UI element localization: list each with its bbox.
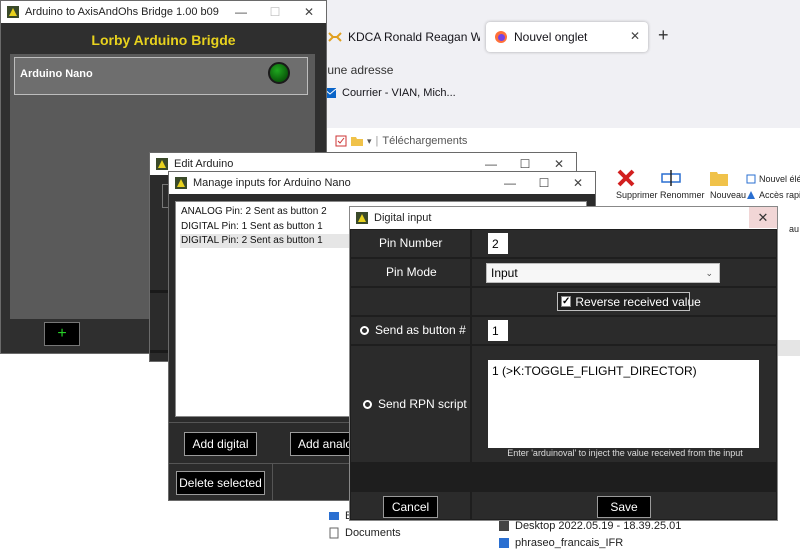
empty-cell: [351, 288, 470, 315]
file-row[interactable]: phraseo_francais_IFR: [498, 537, 623, 549]
row-highlight: [778, 340, 800, 356]
explorer-ribbon: Supprimer Renommer Nouveau Nouvel élé Ac…: [590, 168, 800, 210]
delete-selected-button[interactable]: Delete selected: [176, 471, 265, 495]
checkmark-icon: ✓: [561, 295, 572, 307]
new-tab-button[interactable]: +: [658, 25, 669, 46]
send-rpn-radio[interactable]: Send RPN script: [363, 397, 467, 411]
app-icon: [7, 6, 19, 18]
close-tab-icon[interactable]: ✕: [630, 29, 640, 43]
delete-button[interactable]: Supprimer: [616, 168, 658, 200]
rename-label: Renommer: [660, 190, 705, 200]
browser-tab-new[interactable]: Nouvel onglet ✕: [486, 22, 648, 52]
documents-label: Documents: [345, 527, 401, 539]
send-button-radio[interactable]: Send as button #: [360, 323, 466, 337]
browser-tab-label: KDCA Ronald Reagan Washingt: [348, 30, 480, 44]
radio-icon: [363, 399, 372, 409]
address-placeholder: r une adresse: [320, 63, 394, 77]
status-led-icon: [268, 62, 290, 84]
pin-mode-value: Input: [491, 266, 518, 280]
quick-access-label: Accès rapi: [759, 190, 800, 200]
dropdown-icon: ▾: [367, 135, 372, 146]
folder-icon: [351, 135, 363, 147]
app-icon: [156, 158, 168, 170]
app-icon: [175, 177, 187, 189]
send-button-value-cell: [472, 317, 776, 344]
rpn-hint: Enter 'arduinoval' to inject the value r…: [507, 448, 743, 458]
divider: [150, 350, 168, 353]
device-name: Arduino Nano: [20, 68, 93, 80]
file-icon: [498, 520, 510, 532]
new-item-icon: [746, 174, 756, 184]
checkbox-icon: [335, 135, 347, 147]
explorer-title: Téléchargements: [382, 135, 468, 147]
maximize-button[interactable]: ☐: [258, 1, 292, 23]
manage-titlebar: Manage inputs for Arduino Nano — ☐ ✕: [169, 172, 595, 194]
bridge-title: Arduino to AxisAndOhs Bridge 1.00 b09: [25, 6, 219, 18]
add-digital-button[interactable]: Add digital: [184, 432, 257, 456]
dialog-title: Digital input: [374, 212, 432, 224]
bookmark-label: Courrier - VIAN, Mich...: [342, 87, 456, 99]
send-rpn-label: Send RPN script: [378, 397, 467, 411]
delete-x-icon: [616, 168, 658, 188]
reverse-checkbox[interactable]: ✓ Reverse received value: [557, 292, 701, 311]
maximize-button[interactable]: ☐: [527, 172, 561, 194]
rename-button[interactable]: Renommer: [660, 168, 705, 200]
rename-icon: [660, 168, 705, 188]
divider: [272, 463, 273, 500]
divider: [169, 463, 349, 464]
divider: [150, 290, 168, 293]
pin-number-field[interactable]: 2: [488, 233, 508, 254]
send-button-label: Send as button #: [375, 323, 466, 337]
manage-title: Manage inputs for Arduino Nano: [193, 177, 351, 189]
aircraft-favicon-icon: [328, 30, 342, 44]
pin-mode-select[interactable]: Input ⌄: [486, 263, 720, 283]
add-device-button[interactable]: +: [44, 322, 80, 346]
bookmark-item[interactable]: Courrier - VIAN, Mich...: [324, 87, 456, 99]
close-button[interactable]: ✕: [292, 1, 326, 23]
folder-icon: [328, 510, 340, 522]
radio-icon: [360, 325, 369, 335]
button-number-field[interactable]: 1: [488, 320, 508, 341]
edit-title: Edit Arduino: [174, 158, 234, 170]
save-button[interactable]: Save: [597, 496, 651, 518]
dialog-titlebar: Digital input ✕: [350, 207, 777, 229]
new-item-button[interactable]: Nouvel élé: [746, 174, 800, 184]
minimize-button[interactable]: —: [493, 172, 527, 194]
cancel-button[interactable]: Cancel: [383, 496, 438, 518]
new-folder-icon: [710, 168, 746, 188]
browser-window: KDCA Ronald Reagan Washingt Nouvel ongle…: [310, 0, 800, 128]
new-folder-label: Nouveau: [710, 190, 747, 200]
file-icon: [498, 537, 510, 549]
bridge-heading: Lorby Arduino Brigde: [91, 32, 236, 48]
browser-tab-kdca[interactable]: KDCA Ronald Reagan Washingt: [310, 22, 480, 52]
explorer-titlebar: ▾ | Téléchargements: [335, 135, 467, 147]
new-item-label: Nouvel élé: [759, 174, 800, 184]
app-icon: [356, 212, 368, 224]
close-button[interactable]: ✕: [561, 172, 595, 194]
pin-mode-label: Pin Mode: [386, 265, 437, 279]
delete-label: Supprimer: [616, 190, 658, 200]
rpn-script-textarea[interactable]: 1 (>K:TOGGLE_FLIGHT_DIRECTOR): [488, 360, 759, 448]
browser-tab-label: Nouvel onglet: [514, 30, 588, 44]
pin-number-value-cell: [472, 230, 776, 257]
explorer-sidebar-documents[interactable]: Documents: [328, 527, 401, 539]
close-icon[interactable]: ✕: [749, 207, 777, 228]
reverse-label: Reverse received value: [575, 294, 701, 309]
add-analog-button[interactable]: Add analo: [290, 432, 350, 456]
file-name: phraseo_francais_IFR: [515, 537, 624, 549]
divider: |: [375, 135, 379, 147]
quick-access-icon: [746, 190, 756, 200]
chevron-down-icon: ⌄: [705, 268, 713, 278]
pin-number-label: Pin Number: [379, 236, 443, 250]
file-name: Desktop 2022.05.19 - 18.39.25.01: [515, 520, 682, 532]
bridge-titlebar: Arduino to AxisAndOhs Bridge 1.00 b09 — …: [1, 1, 326, 23]
new-folder-button[interactable]: Nouveau: [710, 168, 746, 200]
column-header-partial: au: [789, 224, 800, 234]
minimize-button[interactable]: —: [224, 1, 258, 23]
quick-access-button[interactable]: Accès rapi: [746, 190, 800, 200]
documents-icon: [328, 527, 340, 539]
firefox-icon: [494, 30, 508, 44]
file-row[interactable]: Desktop 2022.05.19 - 18.39.25.01: [498, 520, 681, 532]
